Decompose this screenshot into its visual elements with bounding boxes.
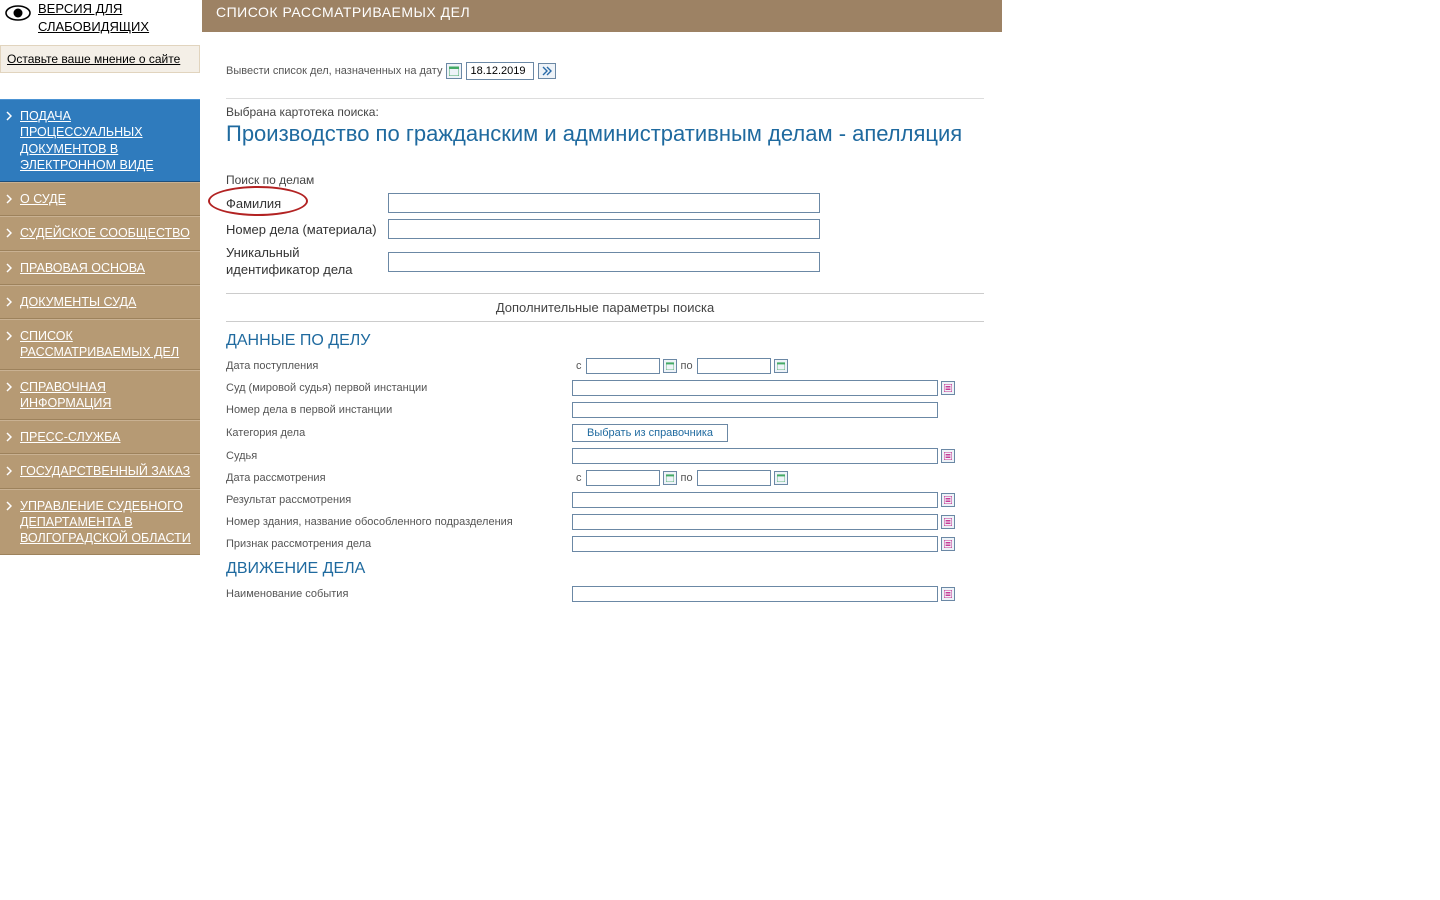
calendar-icon[interactable] [663, 359, 677, 373]
building-input[interactable] [572, 514, 938, 530]
lookup-icon[interactable] [941, 381, 955, 395]
uid-input[interactable] [388, 252, 820, 272]
date-in-from[interactable] [586, 358, 660, 374]
accessibility-link[interactable]: ВЕРСИЯ ДЛЯ СЛАБОВИДЯЩИХ [38, 0, 196, 35]
calendar-icon[interactable] [663, 471, 677, 485]
sidebar-item[interactable]: ПРАВОВАЯ ОСНОВА [0, 251, 200, 285]
label-judge: Судья [226, 450, 572, 462]
sidebar-item-label[interactable]: СПРАВОЧНАЯ ИНФОРМАЦИЯ [20, 379, 192, 412]
lookup-icon[interactable] [941, 515, 955, 529]
chevron-right-icon [6, 297, 14, 307]
sidebar-item-label[interactable]: ГОСУДАРСТВЕННЫЙ ЗАКАЗ [20, 463, 190, 479]
hearing-to[interactable] [697, 470, 771, 486]
label-hearing-date: Дата рассмотрения [226, 472, 572, 484]
search-legend: Поиск по делам [226, 173, 984, 187]
from-label: с [576, 360, 582, 372]
sidebar-item[interactable]: О СУДЕ [0, 182, 200, 216]
label-sign: Признак рассмотрения дела [226, 538, 572, 550]
movement-heading: ДВИЖЕНИЕ ДЕЛА [226, 560, 984, 578]
date-filter-label: Вывести список дел, назначенных на дату [226, 65, 442, 77]
go-button[interactable] [538, 63, 556, 79]
page-title: СПИСОК РАССМАТРИВАЕМЫХ ДЕЛ [202, 0, 1002, 32]
feedback-link[interactable]: Оставьте ваше мнение о сайте [7, 52, 180, 66]
label-case-no: Номер дела (материала) [226, 222, 388, 237]
lookup-icon[interactable] [941, 493, 955, 507]
accessibility-block: ВЕРСИЯ ДЛЯ СЛАБОВИДЯЩИХ [0, 0, 200, 45]
label-first-no: Номер дела в первой инстанции [226, 404, 572, 416]
label-date-in: Дата поступления [226, 360, 572, 372]
chevron-right-icon [6, 194, 14, 204]
lookup-icon[interactable] [941, 587, 955, 601]
date-filter-input[interactable] [466, 62, 534, 80]
chevron-right-icon [6, 228, 14, 238]
chevron-right-icon [6, 432, 14, 442]
date-filter-row: Вывести список дел, назначенных на дату [226, 32, 984, 84]
lookup-icon[interactable] [941, 537, 955, 551]
event-input[interactable] [572, 586, 938, 602]
date-in-to[interactable] [697, 358, 771, 374]
sidebar-item[interactable]: ПОДАЧА ПРОЦЕССУАЛЬНЫХ ДОКУМЕНТОВ В ЭЛЕКТ… [0, 99, 200, 182]
sidebar-item[interactable]: СПИСОК РАССМАТРИВАЕМЫХ ДЕЛ [0, 319, 200, 370]
judge-input[interactable] [572, 448, 938, 464]
chevron-right-icon [6, 501, 14, 511]
chevron-right-icon [6, 263, 14, 273]
chevron-right-icon [6, 331, 14, 341]
case-data-heading: ДАННЫЕ ПО ДЕЛУ [226, 332, 984, 350]
court-input[interactable] [572, 380, 938, 396]
label-building: Номер здания, название обособленного под… [226, 516, 572, 528]
label-surname: Фамилия [226, 196, 388, 211]
case-no-input[interactable] [388, 219, 820, 239]
sidebar-item-label[interactable]: УПРАВЛЕНИЕ СУДЕБНОГО ДЕПАРТАМЕНТА В ВОЛГ… [20, 498, 192, 547]
sidebar-item-label[interactable]: ДОКУМЕНТЫ СУДА [20, 294, 136, 310]
hearing-from[interactable] [586, 470, 660, 486]
calendar-icon[interactable] [446, 63, 462, 79]
label-category: Категория дела [226, 427, 572, 439]
chevron-right-icon [6, 382, 14, 392]
sidebar-item[interactable]: СПРАВОЧНАЯ ИНФОРМАЦИЯ [0, 370, 200, 421]
category-pick-button[interactable]: Выбрать из справочника [572, 424, 728, 442]
sidebar-item[interactable]: СУДЕЙСКОЕ СООБЩЕСТВО [0, 216, 200, 250]
additional-params-bar[interactable]: Дополнительные параметры поиска [226, 293, 984, 322]
sidebar-item[interactable]: ПРЕСС-СЛУЖБА [0, 420, 200, 454]
chevron-right-icon [6, 111, 14, 121]
calendar-icon[interactable] [774, 359, 788, 373]
result-input[interactable] [572, 492, 938, 508]
label-uid: Уникальный идентификатор дела [226, 245, 388, 279]
sidebar-item-label[interactable]: О СУДЕ [20, 191, 66, 207]
label-court: Суд (мировой судья) первой инстанции [226, 382, 572, 394]
sidebar-item-label[interactable]: СУДЕЙСКОЕ СООБЩЕСТВО [20, 225, 190, 241]
sidebar-item-label[interactable]: СПИСОК РАССМАТРИВАЕМЫХ ДЕЛ [20, 328, 192, 361]
sidebar-item[interactable]: ГОСУДАРСТВЕННЫЙ ЗАКАЗ [0, 454, 200, 488]
to-label: по [681, 360, 693, 372]
sidebar-item-label[interactable]: ПРЕСС-СЛУЖБА [20, 429, 120, 445]
label-result: Результат рассмотрения [226, 494, 572, 506]
sidebar-nav: ПОДАЧА ПРОЦЕССУАЛЬНЫХ ДОКУМЕНТОВ В ЭЛЕКТ… [0, 99, 200, 555]
from-label: с [576, 472, 582, 484]
chevron-right-icon [6, 466, 14, 476]
to-label: по [681, 472, 693, 484]
sidebar-item-label[interactable]: ПОДАЧА ПРОЦЕССУАЛЬНЫХ ДОКУМЕНТОВ В ЭЛЕКТ… [20, 108, 192, 173]
carto-title: Производство по гражданским и администра… [226, 119, 984, 155]
calendar-icon[interactable] [774, 471, 788, 485]
lookup-icon[interactable] [941, 449, 955, 463]
surname-input[interactable] [388, 193, 820, 213]
sidebar-item[interactable]: ДОКУМЕНТЫ СУДА [0, 285, 200, 319]
eye-icon [4, 4, 32, 22]
feedback-bar: Оставьте ваше мнение о сайте [0, 45, 200, 73]
label-event: Наименование события [226, 588, 572, 600]
first-no-input[interactable] [572, 402, 938, 418]
sign-input[interactable] [572, 536, 938, 552]
sidebar-item[interactable]: УПРАВЛЕНИЕ СУДЕБНОГО ДЕПАРТАМЕНТА В ВОЛГ… [0, 489, 200, 556]
sidebar-item-label[interactable]: ПРАВОВАЯ ОСНОВА [20, 260, 145, 276]
carto-legend: Выбрана картотека поиска: [226, 99, 984, 119]
